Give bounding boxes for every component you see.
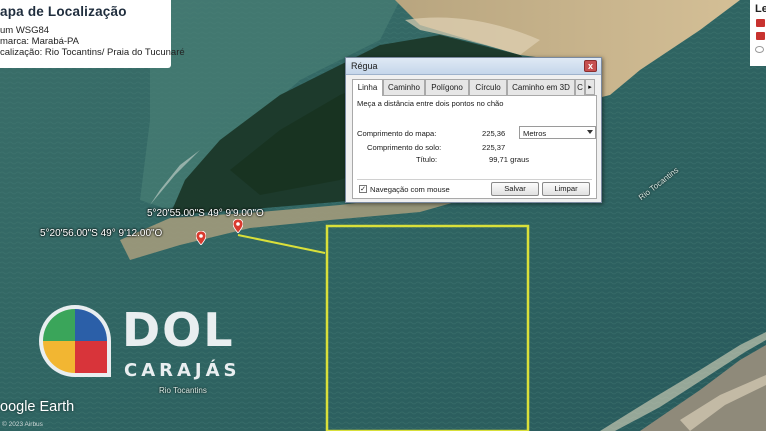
close-icon[interactable]: x	[584, 60, 597, 72]
heading-label: Título:	[416, 155, 438, 164]
chevron-down-icon	[587, 130, 593, 134]
dialog-title: Régua	[351, 61, 378, 71]
save-button[interactable]: Salvar	[491, 182, 539, 196]
tab-overflow[interactable]: C	[575, 79, 585, 95]
tab-poligono[interactable]: Polígono	[425, 79, 469, 95]
brand-name: DOL	[122, 303, 235, 357]
imagery-copyright: © 2023 Airbus	[2, 421, 43, 428]
tab-linha[interactable]: Linha	[352, 79, 383, 96]
tab-caminho-3d[interactable]: Caminho em 3D	[507, 79, 575, 95]
tab-caminho[interactable]: Caminho	[383, 79, 425, 95]
map-pin-icon[interactable]	[196, 231, 206, 245]
tab-circulo[interactable]: Círculo	[469, 79, 507, 95]
divider	[357, 179, 592, 180]
pin2-coordinate-label: 5°20'56.00"S 49° 9'12.00"O	[40, 228, 163, 239]
mouse-nav-label: Navegação com mouse	[370, 185, 450, 194]
river-label: Rio Tocantins	[159, 386, 207, 395]
legend-right-title: Le	[755, 3, 766, 15]
brand-subtitle: CARAJÁS	[124, 360, 241, 381]
map-length-value: 225,36	[482, 129, 506, 138]
legend-circle-icon	[755, 46, 764, 53]
map-legend-box: apa de Localização um WSG84 marca: Marab…	[0, 0, 185, 68]
legend-marker-icon	[756, 19, 765, 27]
dialog-titlebar[interactable]: Régua x	[346, 58, 601, 75]
legend-localizacao: calização: Rio Tocantins/ Praia do Tucun…	[0, 47, 185, 58]
google-earth-watermark: oogle Earth	[0, 399, 75, 415]
pin1-coordinate-label: 5°20'55.00"S 49° 9'9.00"O	[147, 208, 264, 219]
legend-comarca: marca: Marabá-PA	[0, 36, 80, 47]
ground-length-value: 225,37	[482, 143, 506, 152]
instruction-text: Meça a distância entre dois pontos no ch…	[357, 99, 504, 108]
map-length-label: Comprimento do mapa:	[357, 129, 437, 138]
ruler-panel: Meça a distância entre dois pontos no ch…	[352, 95, 597, 199]
ruler-dialog: Régua x Linha Caminho Polígono Círculo C…	[345, 57, 602, 203]
dol-logo-icon	[39, 305, 111, 377]
unit-select[interactable]: Metros	[519, 126, 596, 139]
map-pin-icon[interactable]	[233, 219, 243, 233]
legend-marker-icon	[756, 32, 765, 40]
ruler-tabs: Linha Caminho Polígono Círculo Caminho e…	[352, 79, 597, 96]
clear-button[interactable]: Limpar	[542, 182, 590, 196]
mouse-nav-checkbox[interactable]: ✓	[359, 185, 367, 193]
legend-datum: um WSG84	[0, 25, 50, 36]
unit-select-value: Metros	[523, 128, 547, 138]
ground-length-label: Comprimento do solo:	[367, 143, 442, 152]
tab-scroll-right-icon[interactable]: ▸	[585, 79, 595, 95]
heading-value: 99,71 graus	[489, 155, 530, 164]
legend-title: apa de Localização	[0, 4, 127, 19]
legend-right-box: Le	[750, 0, 766, 66]
